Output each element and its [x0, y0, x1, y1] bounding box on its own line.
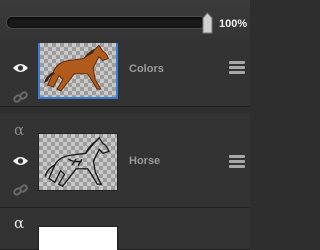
layer-name-horse: Horse — [129, 155, 161, 167]
layer-row-colors[interactable]: Colors — [0, 43, 250, 107]
layer-thumbnail-background — [38, 226, 118, 250]
menu-icon[interactable] — [229, 61, 245, 75]
opacity-slider-thumb[interactable] — [202, 12, 213, 34]
layer-thumbnail-horse — [38, 133, 118, 191]
opacity-toolbar: 100% — [0, 0, 250, 44]
layer-name-colors: Colors — [129, 63, 164, 75]
layer-row-horse[interactable]: α Horse — [0, 113, 250, 208]
opacity-value: 100% — [219, 18, 248, 30]
layer-thumbnail-colors — [38, 43, 118, 99]
link-icon[interactable] — [13, 90, 28, 104]
horse-sketch-image — [44, 136, 110, 187]
alpha-lock-icon[interactable]: α — [14, 214, 24, 232]
link-icon[interactable] — [13, 183, 28, 197]
menu-icon[interactable] — [229, 155, 245, 169]
alpha-lock-icon[interactable]: α — [14, 121, 24, 139]
eye-icon[interactable] — [12, 155, 29, 167]
brown-horse-image — [43, 44, 110, 92]
layer-row-background[interactable]: α — [0, 208, 250, 250]
opacity-slider-track[interactable] — [6, 16, 206, 29]
eye-icon[interactable] — [12, 62, 29, 74]
